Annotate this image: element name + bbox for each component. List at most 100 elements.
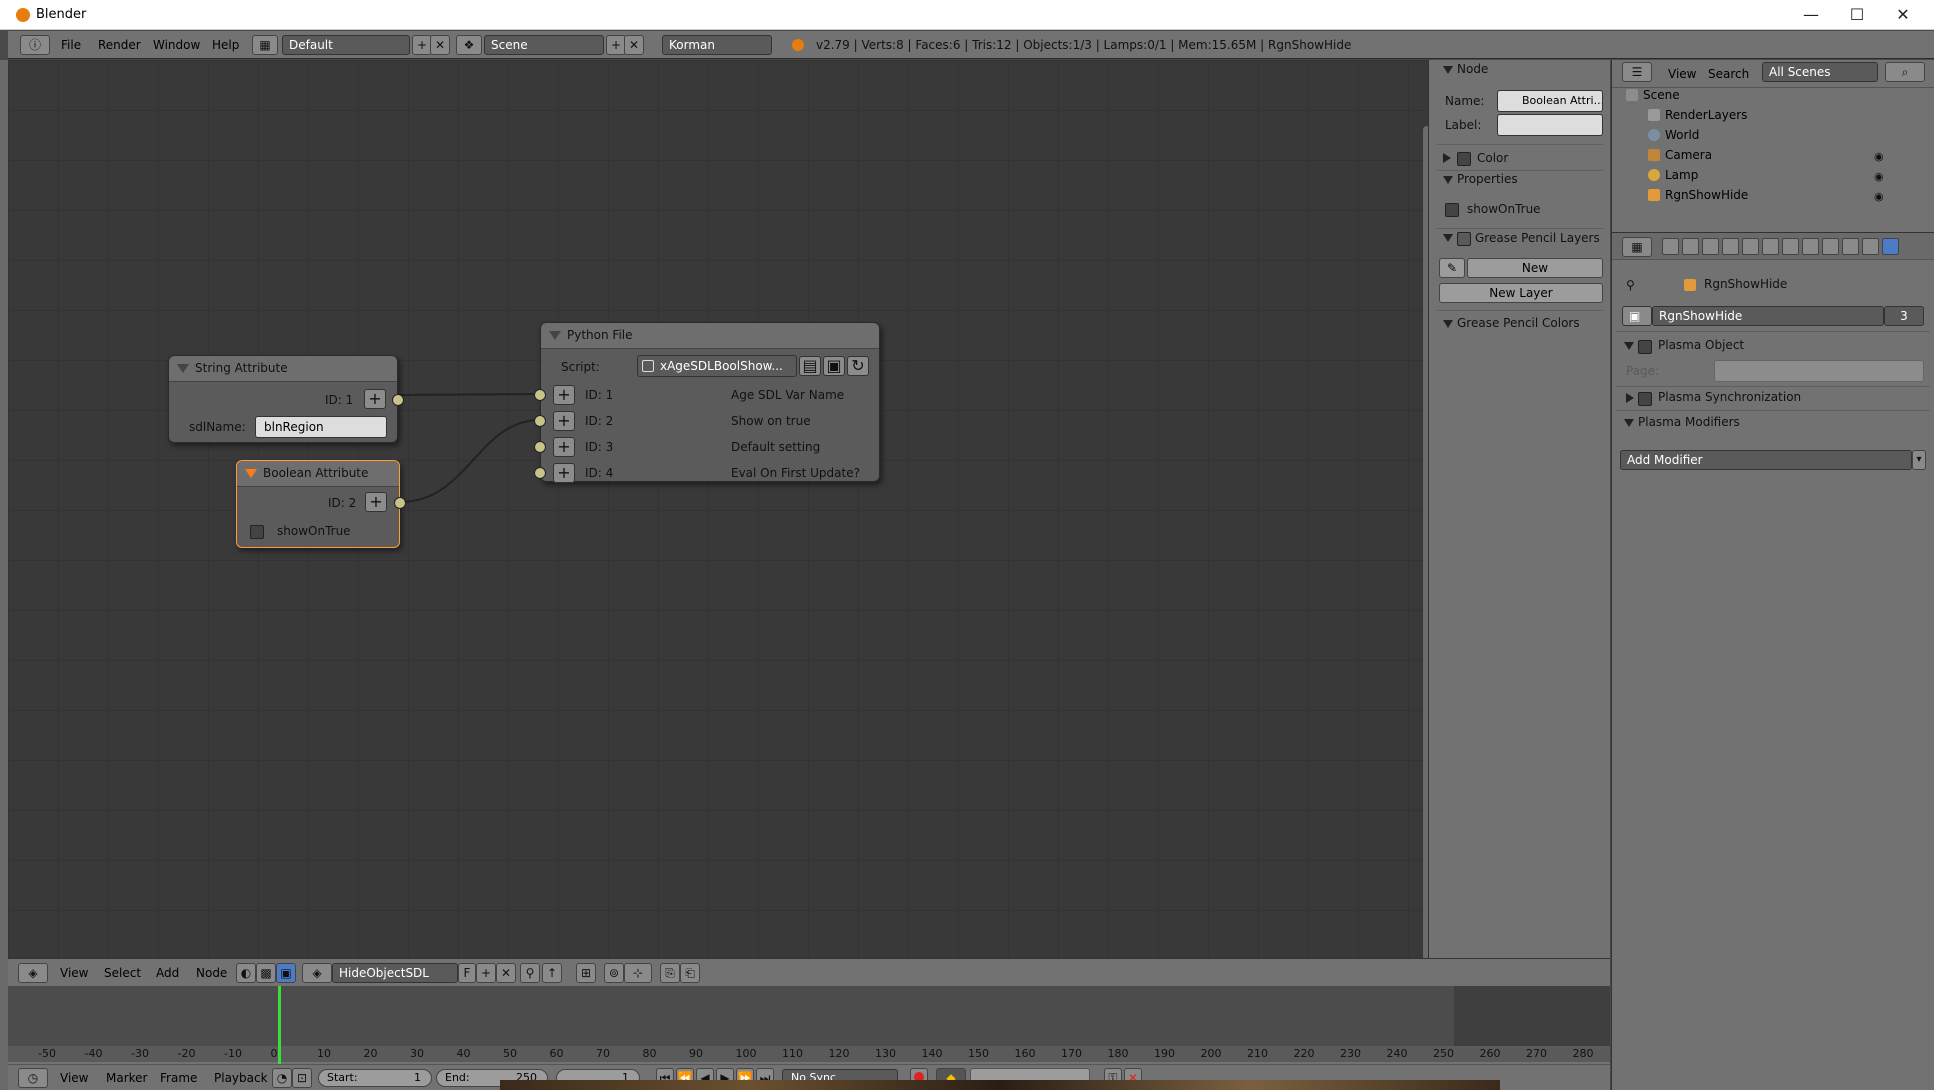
menu-render[interactable]: Render xyxy=(98,31,141,59)
snap-icon[interactable]: ⊞ xyxy=(576,963,596,983)
reload-icon[interactable]: ↻ xyxy=(847,356,869,376)
layout-field[interactable]: Default xyxy=(282,35,410,55)
camera-visibility-eye-icon[interactable]: ◉ xyxy=(1874,150,1884,163)
node-node-menu[interactable]: Node xyxy=(196,959,227,987)
outliner-item-scene[interactable]: Scene xyxy=(1626,88,1680,108)
timeline-area[interactable] xyxy=(8,986,1610,1046)
node-editor-type-icon[interactable]: ◈ xyxy=(18,963,48,983)
plasma-sync-checkbox[interactable] xyxy=(1638,392,1652,406)
param-3-input-socket[interactable] xyxy=(534,441,546,453)
outliner-filter-dropdown[interactable]: All Scenes xyxy=(1762,62,1878,82)
param-2-input-socket[interactable] xyxy=(534,415,546,427)
shader-nodes-icon[interactable]: ◐ xyxy=(236,963,256,983)
preview-range-clock-icon[interactable]: ◔ xyxy=(272,1068,292,1088)
lamp-visibility-eye-icon[interactable]: ◉ xyxy=(1874,170,1884,183)
snap-element-icon[interactable]: ⊚ xyxy=(604,963,624,983)
node-select-menu[interactable]: Select xyxy=(104,959,141,987)
remove-layout-icon[interactable]: ✕ xyxy=(430,35,450,55)
snap-mode-icon[interactable]: ⊹ xyxy=(624,963,652,983)
timeline-marker-menu[interactable]: Marker xyxy=(106,1065,147,1090)
texture-tab-icon[interactable] xyxy=(1842,238,1859,255)
outliner-search-menu[interactable]: Search xyxy=(1708,60,1749,88)
maximize-button[interactable]: ☐ xyxy=(1834,0,1880,30)
render-tab-icon[interactable] xyxy=(1662,238,1679,255)
bool-output-socket[interactable] xyxy=(394,497,406,509)
remove-scene-icon[interactable]: ✕ xyxy=(624,35,644,55)
start-frame-field[interactable]: Start: 1 xyxy=(318,1069,432,1087)
pin-node-tree-icon[interactable]: ⚲ xyxy=(520,963,540,983)
render-engine-dropdown[interactable]: Korman xyxy=(662,35,772,55)
string-attribute-header[interactable]: String Attribute xyxy=(169,356,397,382)
properties-triangle-icon[interactable] xyxy=(1443,176,1453,184)
gp-new-layer-button[interactable]: New Layer xyxy=(1439,283,1603,303)
script-field[interactable]: xAgeSDLBoolShow... xyxy=(637,355,797,377)
fake-user-button[interactable]: F xyxy=(458,963,476,983)
gp-pencil-icon[interactable]: ✎ xyxy=(1439,258,1465,278)
add-layout-icon[interactable]: + xyxy=(412,35,432,55)
pack-file-icon[interactable]: ▣ xyxy=(823,356,845,376)
gp-colors-triangle-icon[interactable] xyxy=(1443,320,1453,328)
constraints-tab-icon[interactable] xyxy=(1762,238,1779,255)
node-editor[interactable]: String Attribute ID: 1 + sdlName: blnReg… xyxy=(8,60,1431,1014)
material-tab-icon[interactable] xyxy=(1822,238,1839,255)
timeline-ruler[interactable]: -50 -40 -30 -20 -10 0 10 20 30 40 50 60 70 80 90 100 110… xyxy=(8,1046,1610,1062)
page-field[interactable] xyxy=(1714,360,1924,382)
param-3-add-button[interactable]: + xyxy=(553,437,575,457)
node-tree-name-field[interactable]: HideObjectSDL xyxy=(332,963,458,983)
boolean-attribute-header[interactable]: Boolean Attribute xyxy=(237,461,399,487)
show-on-true-checkbox[interactable] xyxy=(250,525,264,539)
outliner-item-world[interactable]: World xyxy=(1648,128,1699,148)
scene-icon[interactable]: ❖ xyxy=(456,35,482,55)
param-1-input-socket[interactable] xyxy=(534,389,546,401)
particles-tab-icon[interactable] xyxy=(1862,238,1879,255)
outliner-view-menu[interactable]: View xyxy=(1668,60,1696,88)
remove-node-tree-icon[interactable]: ✕ xyxy=(496,963,516,983)
data-tab-icon[interactable] xyxy=(1802,238,1819,255)
editor-type-info-icon[interactable]: ⓘ xyxy=(20,35,50,55)
bool-id-add-button[interactable]: + xyxy=(365,492,387,512)
node-label-input[interactable] xyxy=(1497,114,1603,136)
param-2-add-button[interactable]: + xyxy=(553,411,575,431)
object-data-icon[interactable]: ▣ xyxy=(1622,306,1652,326)
timeline-editor-type-icon[interactable]: ◷ xyxy=(18,1068,48,1088)
object-tab-icon[interactable] xyxy=(1742,238,1759,255)
properties-editor-type-icon[interactable]: ▦ xyxy=(1622,237,1652,257)
color-checkbox[interactable] xyxy=(1457,152,1471,166)
param-1-add-button[interactable]: + xyxy=(553,385,575,405)
open-file-icon[interactable]: ▤ xyxy=(799,356,821,376)
menu-help[interactable]: Help xyxy=(212,31,239,59)
string-output-socket[interactable] xyxy=(392,394,404,406)
pin-icon[interactable]: ⚲ xyxy=(1626,278,1635,292)
color-section-triangle-icon[interactable] xyxy=(1443,153,1451,163)
lock-icon[interactable]: ⊡ xyxy=(292,1068,312,1088)
minimize-button[interactable]: — xyxy=(1788,0,1834,30)
sdl-name-input[interactable]: blnRegion xyxy=(255,416,387,438)
outliner-item-renderlayers[interactable]: RenderLayers xyxy=(1648,108,1747,128)
gp-layers-triangle-icon[interactable] xyxy=(1443,234,1453,242)
node-view-menu[interactable]: View xyxy=(60,959,88,987)
go-to-parent-icon[interactable]: ↑ xyxy=(542,963,562,983)
close-button[interactable]: ✕ xyxy=(1880,0,1926,30)
current-frame-indicator[interactable] xyxy=(277,986,281,1064)
object-name-field[interactable]: RgnShowHide xyxy=(1652,306,1884,326)
param-4-add-button[interactable]: + xyxy=(553,463,575,483)
param-4-input-socket[interactable] xyxy=(534,467,546,479)
timeline-playback-menu[interactable]: Playback xyxy=(214,1065,268,1090)
texture-nodes-icon[interactable]: ▩ xyxy=(256,963,276,983)
scene-field[interactable]: Scene xyxy=(484,35,604,55)
python-file-node[interactable]: Python File Script: xAgeSDLBoolShow... ▤… xyxy=(534,322,880,483)
timeline-frame-menu[interactable]: Frame xyxy=(160,1065,197,1090)
object-users-count[interactable]: 3 xyxy=(1884,306,1924,326)
outliner-search-icon[interactable]: ⌕ xyxy=(1885,62,1925,82)
add-scene-icon[interactable]: + xyxy=(606,35,626,55)
outliner-item-rgnshowhide[interactable]: RgnShowHide xyxy=(1648,188,1748,208)
gp-new-button[interactable]: New xyxy=(1467,258,1603,278)
string-id-add-button[interactable]: + xyxy=(364,389,386,409)
layout-grid-icon[interactable]: ▦ xyxy=(252,35,278,55)
timeline-view-menu[interactable]: View xyxy=(60,1065,88,1090)
boolean-attribute-node[interactable]: Boolean Attribute ID: 2 + showOnTrue xyxy=(236,460,406,548)
plasma-nodes-icon[interactable]: ▣ xyxy=(276,963,296,983)
collapse-triangle-icon[interactable] xyxy=(245,469,257,478)
modifier-menu-chevron-down-icon[interactable]: ▾ xyxy=(1912,450,1926,470)
plasma-tab-icon[interactable] xyxy=(1882,238,1899,255)
